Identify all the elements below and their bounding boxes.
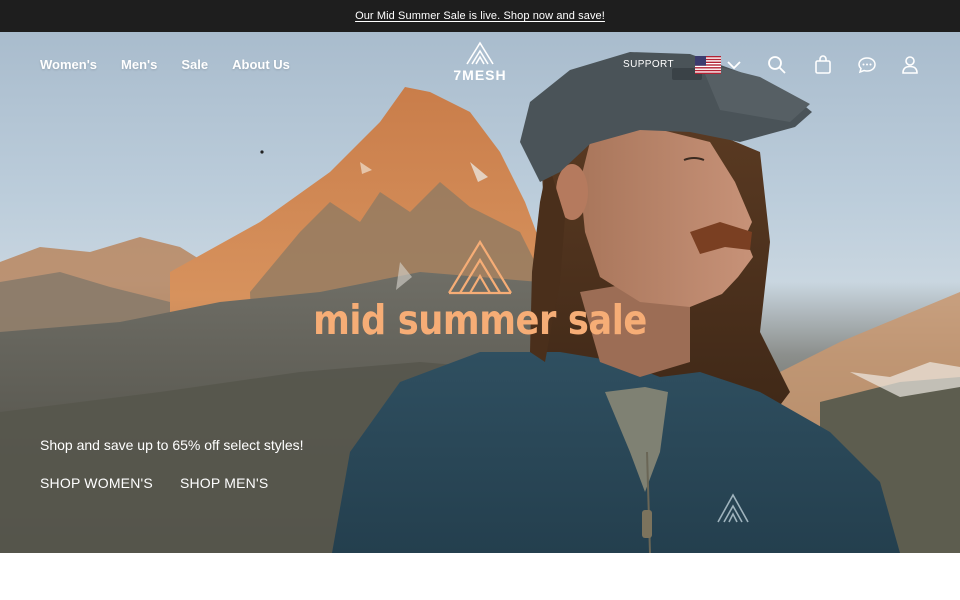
us-flag-icon [695, 56, 721, 74]
chat-icon [858, 57, 876, 74]
account-button[interactable] [899, 54, 921, 76]
shop-womens-link[interactable]: SHOP WOMEN'S [40, 475, 153, 491]
hero-subtitle: Shop and save up to 65% off select style… [40, 437, 304, 453]
search-button[interactable] [766, 54, 788, 76]
shop-mens-link[interactable]: SHOP MEN'S [180, 475, 268, 491]
bag-icon [815, 55, 831, 74]
hero-title: mid summer sale [313, 296, 647, 344]
sale-mountain-icon [448, 239, 512, 295]
nav-about-us[interactable]: About Us [232, 57, 290, 72]
nav-womens[interactable]: Women's [40, 57, 97, 72]
nav-mens[interactable]: Men's [121, 57, 157, 72]
search-icon [768, 56, 786, 74]
support-link[interactable]: SUPPORT [623, 59, 674, 70]
chat-button[interactable] [856, 54, 878, 76]
nav-sale[interactable]: Sale [181, 57, 208, 72]
country-selector[interactable] [695, 56, 741, 74]
announcement-link[interactable]: Our Mid Summer Sale is live. Shop now an… [355, 10, 605, 22]
mountain-logo-icon [466, 41, 494, 65]
hero-banner: Women's Men's Sale About Us 7MESH SUPPOR… [0, 32, 960, 553]
brand-logo[interactable]: 7MESH [447, 40, 513, 86]
announcement-bar: Our Mid Summer Sale is live. Shop now an… [0, 0, 960, 32]
hero-ctas: SHOP WOMEN'S SHOP MEN'S [40, 475, 268, 491]
chevron-down-icon [727, 61, 741, 70]
jacket-logo-icon [717, 493, 749, 523]
logo-text: 7MESH [453, 67, 507, 83]
cart-button[interactable] [812, 54, 834, 76]
main-nav: Women's Men's Sale About Us [40, 57, 290, 72]
account-icon [902, 56, 918, 74]
